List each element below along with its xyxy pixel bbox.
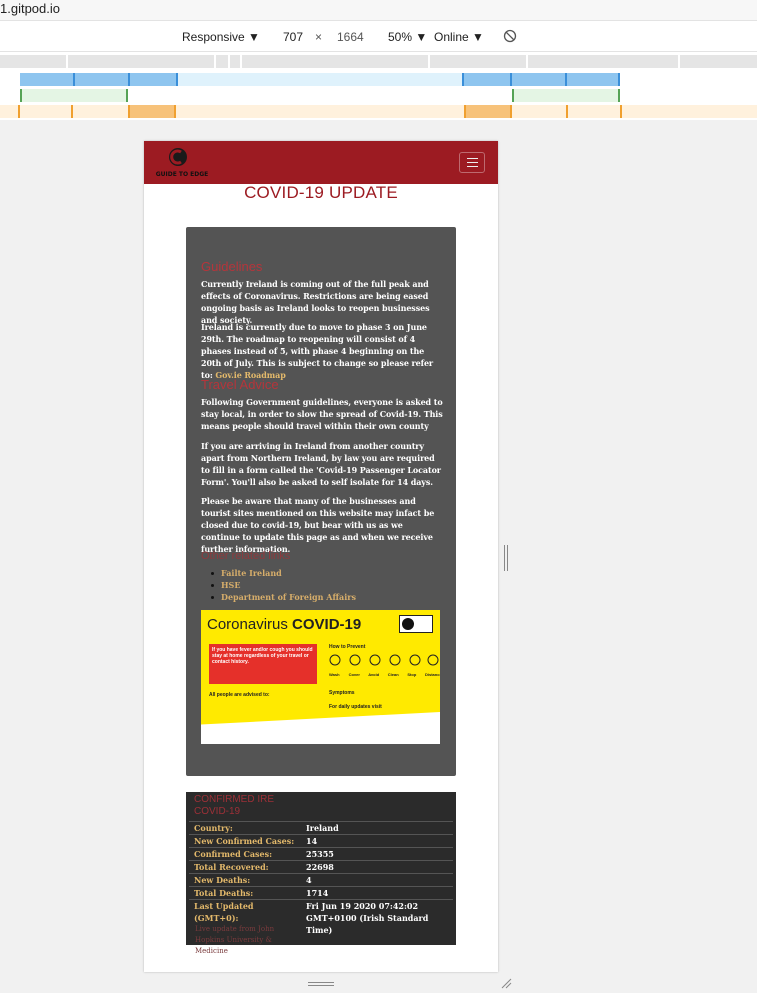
travel-p3: Please be aware that many of the busines… [201,496,435,554]
stats-source[interactable]: Live update from John Hopkins University… [195,924,295,957]
times-sign: × [315,30,323,44]
device-toolbar: Responsive ▼ 707 × 1664 50% ▼ Online ▼ [0,20,757,52]
stats-table: Country: Ireland New Confirmed Cases: 14 C… [189,821,453,936]
rotate-icon[interactable] [503,29,517,43]
guidelines-p1: Currently Ireland is coming out of the f… [201,279,430,325]
site-logo[interactable]: GUIDE TO EDGE [153,145,213,181]
ruler-grey [0,55,757,68]
table-row: New Confirmed Cases: 14 [189,834,453,848]
table-row: Total Recovered: 22698 [189,860,453,874]
covid-info-card: Guidelines Currently Ireland is coming o… [186,227,456,776]
table-row: Total Deaths: 1714 [189,886,453,900]
resize-handle-side[interactable] [504,545,508,571]
ruler-blue[interactable] [20,73,620,86]
link-failte[interactable]: Failte Ireland [211,567,356,579]
resize-handle-bottom[interactable] [308,982,334,986]
poster-how-to-prevent: How to Prevent [329,644,366,650]
guidelines-heading: Guidelines [201,259,263,274]
poster-white-wave [201,710,440,744]
stats-heading: CONFIRMED IRE COVID-19 [194,794,274,817]
travel-heading: Travel Advice [201,377,279,392]
device-viewport: GUIDE TO EDGE COVID-19 UPDATE Guidelines… [144,141,498,972]
covid-poster-image: Coronavirus COVID-19 If you have fever a… [201,610,440,744]
url-text: 1.gitpod.io [0,1,60,16]
hse-badge [399,615,433,633]
resize-corner-icon[interactable] [500,977,512,989]
menu-toggle-button[interactable] [459,152,485,173]
guidelines-p2: Ireland is currently due to move to phas… [201,322,434,380]
address-bar[interactable]: 1.gitpod.io [0,0,757,20]
poster-icons-row: WashCoverAvoidCleanStopDistance [329,653,440,681]
covid-stats-panel: CONFIRMED IRE COVID-19 Country: Ireland N… [186,792,456,955]
link-dfa[interactable]: Department of Foreign Affairs [211,591,356,603]
poster-symptoms: Symptoms [329,690,355,696]
page-title: COVID-19 UPDATE [244,183,398,202]
ruler-green[interactable] [20,89,620,102]
links-heading: Other related links [201,550,291,562]
ruler-orange[interactable] [0,105,757,118]
navbar: GUIDE TO EDGE [144,141,498,184]
table-row: Confirmed Cases: 25355 [189,847,453,861]
zoom-select[interactable]: 50% ▼ [388,30,427,44]
links-list: Failte Ireland HSE Department of Foreign… [211,567,356,603]
travel-p2: If you are arriving in Ireland from anot… [201,441,441,487]
poster-red-box: If you have fever and/or cough you shoul… [209,644,317,684]
height-input[interactable]: 1664 [337,30,364,44]
poster-daily-updates: For daily updates visit [329,704,382,710]
device-select[interactable]: Responsive ▼ [182,30,260,44]
poster-title-bold: COVID-19 [292,616,362,633]
travel-p1: Following Government guidelines, everyon… [201,397,443,431]
poster-all-people: All people are advised to: [209,692,270,698]
width-input[interactable]: 707 [283,30,303,44]
link-hse[interactable]: HSE [211,579,356,591]
poster-title-light: Coronavirus [207,616,288,633]
table-row: Country: Ireland [189,821,453,835]
logo-text: GUIDE TO EDGE [155,171,209,178]
network-select[interactable]: Online ▼ [434,30,484,44]
table-row: New Deaths: 4 [189,873,453,887]
